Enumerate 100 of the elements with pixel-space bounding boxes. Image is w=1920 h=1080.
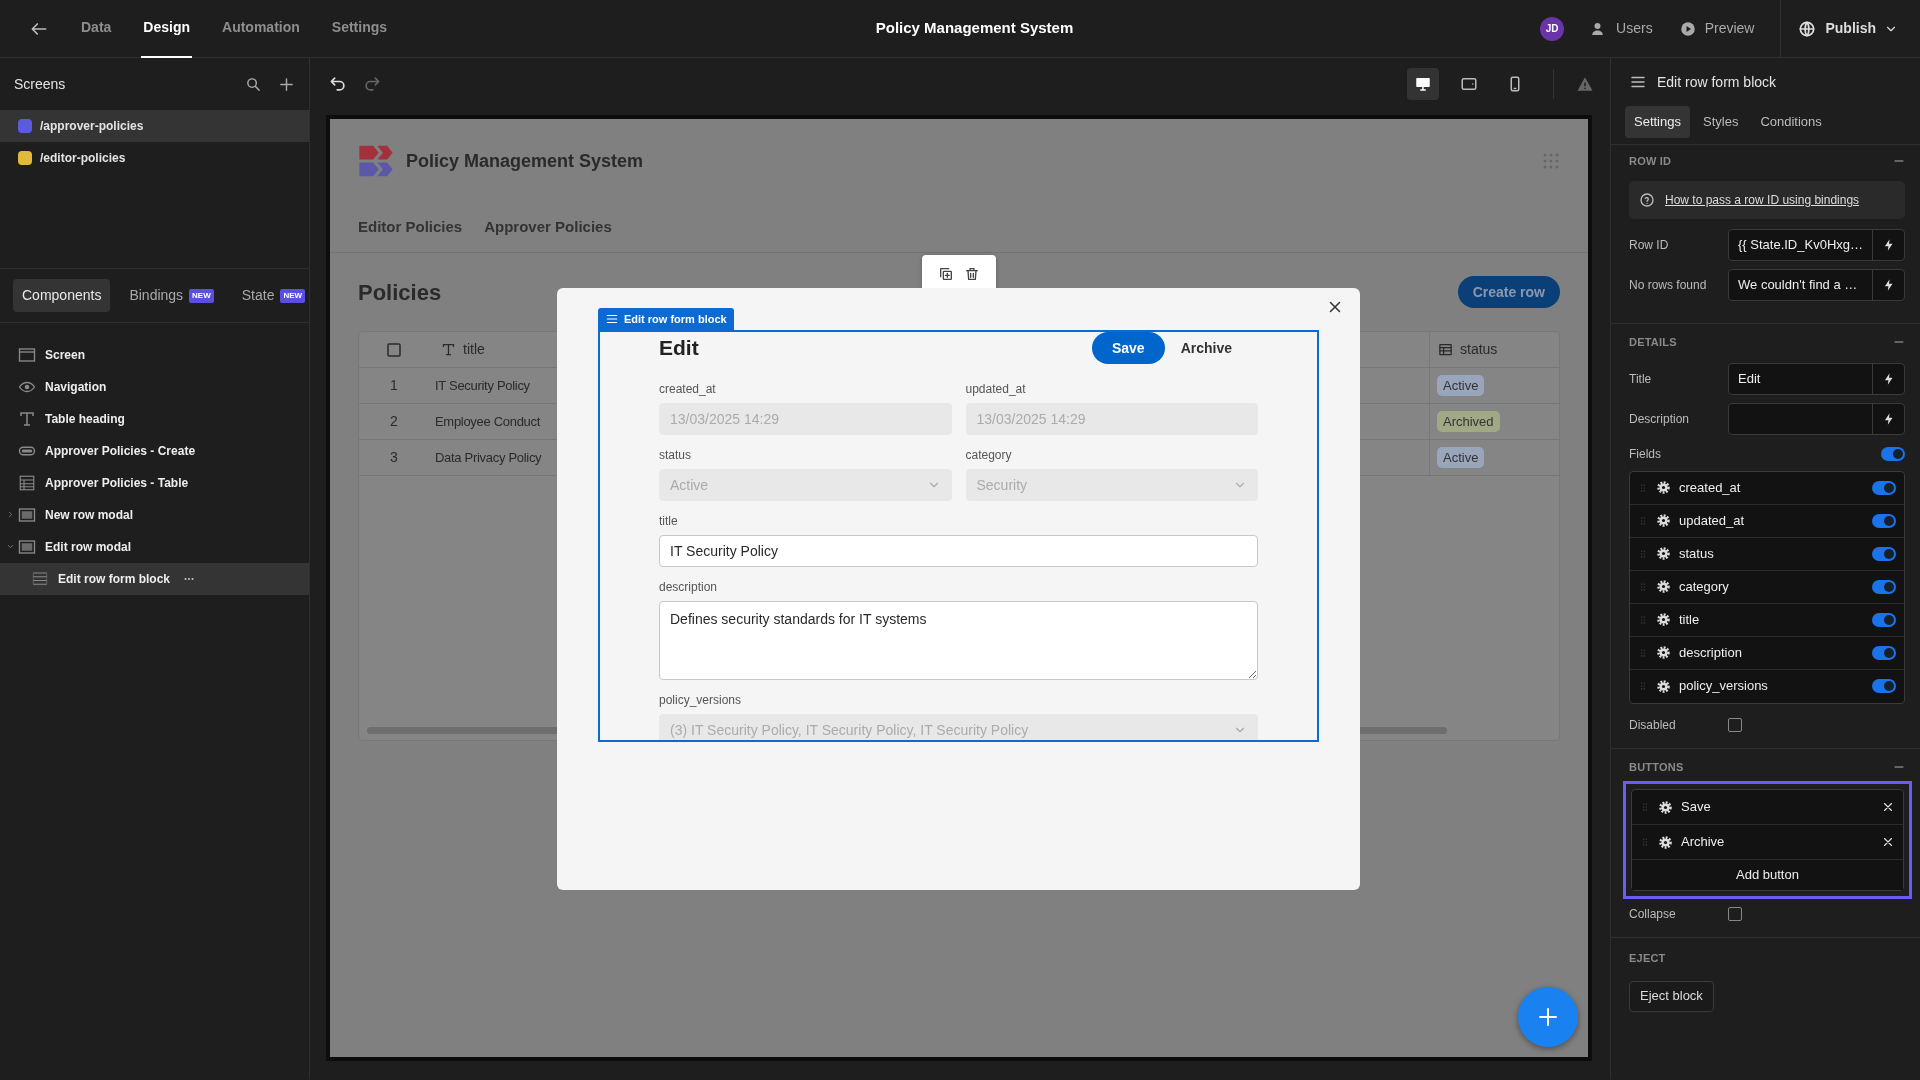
checkbox[interactable]	[1728, 907, 1742, 921]
new-badge: NEW	[280, 288, 306, 303]
table-cell: Employee Conduct	[435, 413, 541, 429]
tablet-icon	[1460, 75, 1478, 93]
nav-tab[interactable]: Design	[141, 0, 193, 58]
status-badge: Active	[1437, 374, 1485, 397]
publish-button[interactable]: Publish	[1780, 0, 1920, 57]
panel-tab[interactable]: Components	[13, 279, 111, 312]
toggle-switch[interactable]	[1872, 645, 1896, 660]
panel-tab[interactable]: Styles	[1694, 106, 1748, 138]
gear-icon[interactable]	[1656, 678, 1671, 694]
gear-icon[interactable]	[1656, 645, 1671, 660]
toggle-switch[interactable]	[1872, 513, 1896, 528]
text-area[interactable]: Defines security standards for IT systems	[659, 601, 1258, 680]
nav-tab[interactable]: Automation	[220, 0, 302, 58]
nav-tab[interactable]: Settings	[329, 0, 390, 58]
user-avatar[interactable]: JD	[1540, 16, 1565, 41]
gear-icon[interactable]	[1656, 612, 1671, 627]
toggle-switch[interactable]	[1872, 679, 1896, 693]
setting-field[interactable]: Edit	[1728, 362, 1905, 395]
field-label: category	[965, 447, 1013, 464]
warning-icon	[1576, 75, 1594, 93]
gear-icon[interactable]	[1656, 480, 1671, 495]
remove-button[interactable]	[1881, 835, 1895, 849]
gear-icon[interactable]	[1656, 579, 1671, 594]
form-title: Edit	[659, 335, 699, 362]
row-number: 1	[390, 377, 398, 393]
route-item[interactable]: /editor-policies	[0, 142, 309, 174]
remove-button[interactable]	[1881, 800, 1895, 814]
gear-icon[interactable]	[1658, 834, 1673, 850]
plus-icon	[278, 75, 295, 93]
panel-title: Screens	[14, 74, 67, 94]
toggle-switch[interactable]	[1872, 612, 1896, 627]
setting-field[interactable]: We couldn't find a …	[1728, 269, 1905, 301]
new-badge: NEW	[189, 288, 214, 303]
preview-button[interactable]: Preview	[1678, 18, 1755, 39]
tree-item[interactable]: Screen	[0, 339, 309, 371]
tree-item[interactable]: Edit row modal	[0, 531, 309, 563]
route-item[interactable]: /approver-policies	[0, 110, 309, 142]
checkbox-icon[interactable]	[386, 341, 402, 358]
checkbox[interactable]	[1728, 717, 1742, 732]
redo-button[interactable]	[362, 74, 382, 94]
panel-tab[interactable]: Bindings NEW	[120, 279, 223, 312]
toggle-switch[interactable]	[1872, 480, 1896, 495]
undo-button[interactable]	[328, 74, 348, 94]
toggle-switch[interactable]	[1872, 546, 1896, 561]
panel-tab[interactable]: State NEW	[232, 279, 315, 312]
column-header: status	[1460, 340, 1498, 359]
archive-button[interactable]: Archive	[1164, 337, 1248, 359]
add-screen-button[interactable]	[278, 75, 295, 93]
warning-button[interactable]	[1576, 75, 1594, 93]
field-name: category	[1679, 577, 1730, 596]
setting-label: Collapse	[1629, 906, 1677, 923]
desktop-view-button[interactable]	[1407, 68, 1439, 100]
help-link[interactable]: How to pass a row ID using bindings	[1665, 191, 1860, 209]
tree-item[interactable]: New row modal	[0, 499, 309, 531]
search-button[interactable]	[245, 75, 262, 93]
delete-button[interactable]	[964, 266, 980, 282]
section-title: BUTTONS	[1629, 759, 1684, 775]
plus-icon	[1536, 1005, 1560, 1029]
setting-label: No rows found	[1629, 277, 1708, 294]
field-label: title	[659, 513, 679, 530]
duplicate-button[interactable]	[938, 266, 954, 282]
table-icon	[1438, 342, 1453, 357]
setting-field[interactable]	[1728, 402, 1905, 435]
lines-icon	[31, 570, 49, 588]
gear-icon[interactable]	[1656, 513, 1671, 528]
tree-item[interactable]: Navigation	[0, 371, 309, 403]
save-button[interactable]: Save	[1091, 332, 1165, 364]
input-field[interactable]: IT Security Policy	[659, 535, 1258, 567]
nav-tab[interactable]: Data	[79, 0, 114, 58]
table-icon	[18, 474, 36, 492]
users-button[interactable]: Users	[1590, 18, 1653, 39]
setting-label: Row ID	[1629, 237, 1670, 254]
tree-item[interactable]: Approver Policies - Create	[0, 435, 309, 467]
gear-icon[interactable]	[1656, 546, 1671, 561]
section-title: DETAILS	[1629, 335, 1677, 350]
row-number: 2	[390, 413, 398, 429]
trash-icon	[964, 266, 980, 282]
eject-button[interactable]: Eject block	[1629, 980, 1714, 1012]
setting-label: Fields	[1629, 445, 1662, 463]
panel-tab[interactable]: Settings	[1625, 106, 1690, 138]
section-title: ROW ID	[1629, 153, 1672, 169]
tree-item[interactable]: Edit row form block	[0, 563, 309, 595]
create-row-button[interactable]: Create row	[1457, 276, 1560, 308]
tree-item[interactable]: Approver Policies - Table	[0, 467, 309, 499]
panel-title: Edit row form block	[1657, 72, 1777, 92]
panel-tab[interactable]: Conditions	[1751, 106, 1831, 138]
setting-field[interactable]: {{ State.ID_Kv0Hxg…	[1728, 229, 1905, 261]
gear-icon[interactable]	[1658, 799, 1673, 815]
toggle-switch[interactable]	[1872, 579, 1896, 594]
toggle-switch[interactable]	[1881, 446, 1905, 461]
logo-icon	[358, 143, 394, 179]
field-label: created_at	[659, 381, 717, 398]
row-number: 3	[390, 449, 398, 465]
close-icon	[1881, 800, 1895, 814]
app-title: Policy Management System	[406, 149, 645, 173]
tree-item[interactable]: Table heading	[0, 403, 309, 435]
play-icon	[1678, 19, 1697, 38]
field-label: description	[659, 579, 719, 596]
